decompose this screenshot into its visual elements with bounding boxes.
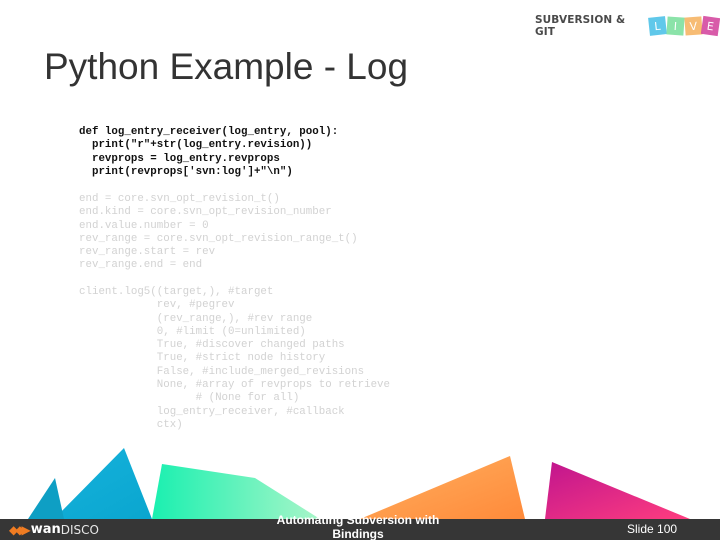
- live-letter-i: I: [666, 16, 685, 36]
- slide-number: Slide 100: [627, 522, 678, 536]
- code-block-receiver: def log_entry_receiver(log_entry, pool):…: [79, 126, 339, 178]
- decorative-shapes: [28, 448, 690, 519]
- slide-title: Python Example - Log: [44, 46, 409, 87]
- footer-bar: ◆◆▶ wan DISCO Automating Subversion with …: [0, 513, 720, 541]
- blue-shape-dark: [28, 478, 64, 519]
- subversion-git-live-logo: SUBVERSION & GIT L I V E: [535, 13, 720, 39]
- code-block-client-log: client.log5((target,), #target rev, #peg…: [79, 286, 391, 431]
- wandisco-brand-bold: wan: [30, 522, 61, 537]
- pink-shape: [545, 462, 690, 519]
- live-letter-v: V: [683, 16, 702, 36]
- wandisco-logo: ◆◆▶ wan DISCO: [9, 522, 99, 537]
- green-shape: [152, 464, 320, 519]
- footer-presentation-title: Automating Subversion with Bindings: [276, 513, 440, 541]
- live-letter-l: L: [648, 16, 667, 36]
- wandisco-brand-thin: DISCO: [60, 522, 99, 537]
- orange-shape: [360, 456, 525, 519]
- logo-text: SUBVERSION & GIT: [535, 14, 626, 38]
- live-letter-e: E: [701, 15, 720, 37]
- wandisco-mark-icon: ◆◆▶: [9, 522, 31, 537]
- code-block-revision-range: end = core.svn_opt_revision_t() end.kind…: [79, 193, 358, 272]
